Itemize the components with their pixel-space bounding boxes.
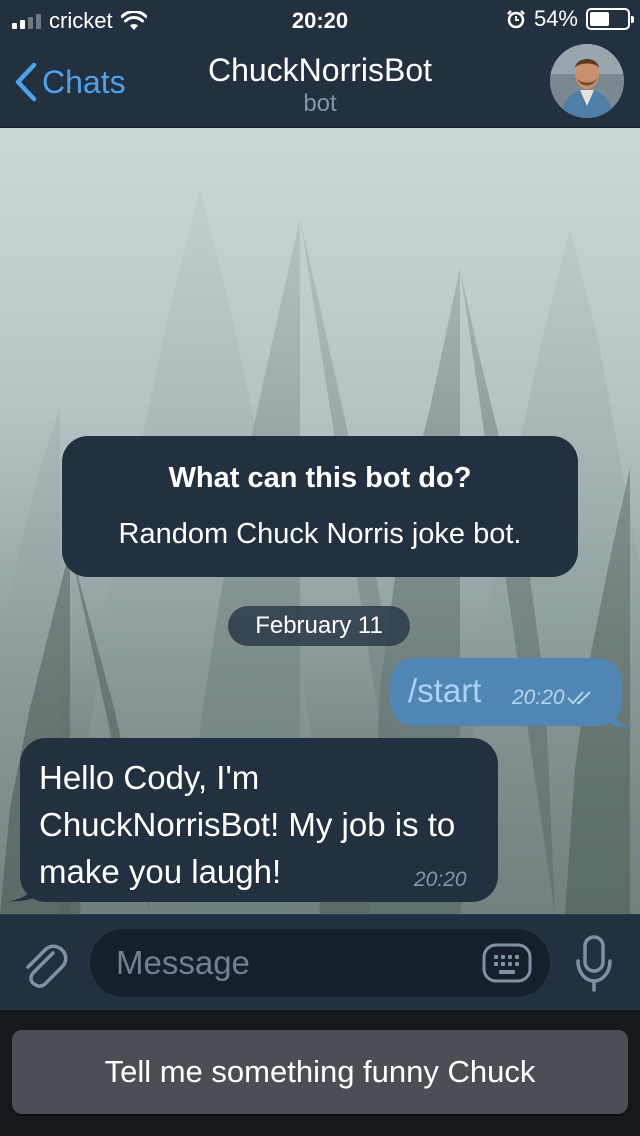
bot-info-description: Random Chuck Norris joke bot. [118, 518, 522, 550]
chat-header: cricket 20:20 54% Chats ChuckNorrisBot b… [0, 0, 640, 128]
alarm-icon [507, 10, 525, 29]
message-input-bar [0, 914, 640, 1010]
outgoing-message-bubble[interactable]: /start 20:20 [390, 658, 622, 726]
outgoing-message-text: /start [408, 672, 482, 709]
bot-avatar[interactable] [550, 44, 624, 118]
chat-messages-area[interactable]: What can this bot do? Random Chuck Norri… [0, 128, 640, 914]
bot-info-card: What can this bot do? Random Chuck Norri… [62, 436, 578, 577]
keyboard-icon[interactable] [482, 943, 532, 983]
outgoing-message-time: 20:20 [512, 686, 565, 709]
paperclip-icon[interactable] [20, 939, 68, 991]
bot-reply-keyboard: Tell me something funny Chuck [0, 1010, 640, 1136]
incoming-message-bubble[interactable]: Hello Cody, I'm ChuckNorrisBot! My job i… [20, 738, 498, 902]
battery-percent: 54% [533, 6, 578, 31]
chat-title[interactable]: ChuckNorrisBot [0, 52, 640, 89]
battery-icon [586, 8, 634, 30]
status-bar: cricket 20:20 54% [0, 0, 640, 40]
outgoing-bubble-tail [610, 710, 634, 728]
incoming-bubble-tail [8, 884, 34, 902]
status-right: 54% [506, 6, 634, 32]
bot-info-title: What can this bot do? [168, 462, 472, 494]
outgoing-message-meta: 20:20 [512, 686, 593, 710]
message-input[interactable] [116, 929, 466, 997]
reply-keyboard-button[interactable]: Tell me something funny Chuck [12, 1030, 628, 1114]
message-field[interactable] [90, 929, 550, 997]
date-separator: February 11 [228, 606, 410, 646]
chat-subtitle: bot [303, 90, 337, 117]
incoming-message-time: 20:20 [414, 868, 467, 891]
microphone-icon[interactable] [574, 935, 614, 993]
double-check-icon [566, 691, 591, 705]
